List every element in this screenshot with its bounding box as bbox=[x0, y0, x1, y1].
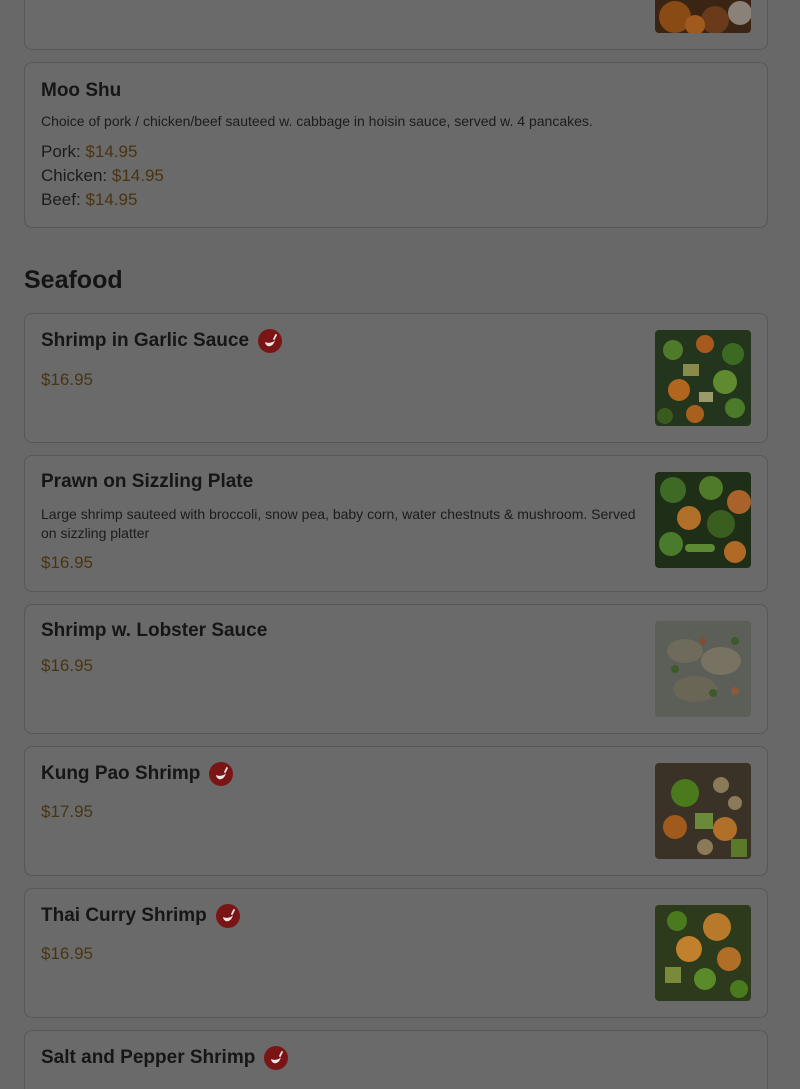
item-name: Shrimp in Garlic Sauce bbox=[41, 330, 250, 351]
price-option-chicken: Chicken: $14.95 bbox=[41, 166, 164, 185]
item-price: $17.95 bbox=[41, 802, 93, 821]
item-name-row: Thai Curry Shrimp bbox=[41, 904, 240, 928]
item-price: $16.95 bbox=[41, 944, 93, 963]
item-name: Prawn on Sizzling Plate bbox=[41, 471, 254, 492]
menu-item-card[interactable]: Prawn on Sizzling Plate Large shrimp sau… bbox=[24, 455, 768, 592]
menu-item-card[interactable]: Thai Curry Shrimp $16.95 bbox=[24, 888, 768, 1018]
item-description: Choice of pork / chicken/beef sauteed w.… bbox=[41, 113, 593, 129]
item-name-row: Salt and Pepper Shrimp bbox=[41, 1046, 289, 1070]
menu-item-card[interactable]: Shrimp in Garlic Sauce $16.95 bbox=[24, 313, 768, 443]
item-name: Moo Shu bbox=[41, 80, 122, 101]
item-name-row: Kung Pao Shrimp bbox=[41, 762, 234, 786]
item-price: $16.95 bbox=[41, 370, 93, 389]
dish-image bbox=[655, 330, 751, 426]
section-title: Seafood bbox=[24, 266, 123, 294]
item-description: Large shrimp sauteed with broccoli, snow… bbox=[41, 506, 636, 541]
menu-item-card[interactable]: Moo Shu Choice of pork / chicken/beef sa… bbox=[24, 62, 768, 228]
item-name: Thai Curry Shrimp bbox=[41, 905, 207, 926]
price-option-beef: Beef: $14.95 bbox=[41, 190, 138, 209]
spicy-chili-icon bbox=[215, 904, 240, 928]
item-price: $16.95 bbox=[41, 553, 93, 572]
dish-image bbox=[655, 905, 751, 1001]
menu-item-card[interactable]: Kung Pao Shrimp $17.95 bbox=[24, 746, 768, 876]
spicy-chili-icon bbox=[264, 1046, 289, 1070]
spicy-chili-icon bbox=[209, 762, 234, 786]
menu-item-card[interactable]: Shrimp w. Lobster Sauce $16.95 bbox=[24, 604, 768, 734]
item-price: $16.95 bbox=[41, 656, 93, 675]
item-name-row: Shrimp in Garlic Sauce bbox=[41, 329, 283, 353]
menu-item-card[interactable]: Salt and Pepper Shrimp bbox=[24, 1030, 768, 1089]
dish-image bbox=[655, 0, 751, 33]
item-name: Shrimp w. Lobster Sauce bbox=[41, 620, 268, 641]
dish-image bbox=[655, 472, 751, 568]
item-name: Kung Pao Shrimp bbox=[41, 763, 201, 784]
spicy-chili-icon bbox=[258, 329, 283, 353]
dish-image bbox=[655, 621, 751, 717]
dish-image bbox=[655, 763, 751, 859]
price-option-pork: Pork: $14.95 bbox=[41, 142, 138, 161]
item-name: Salt and Pepper Shrimp bbox=[41, 1047, 256, 1068]
menu-item-card[interactable] bbox=[24, 0, 768, 50]
